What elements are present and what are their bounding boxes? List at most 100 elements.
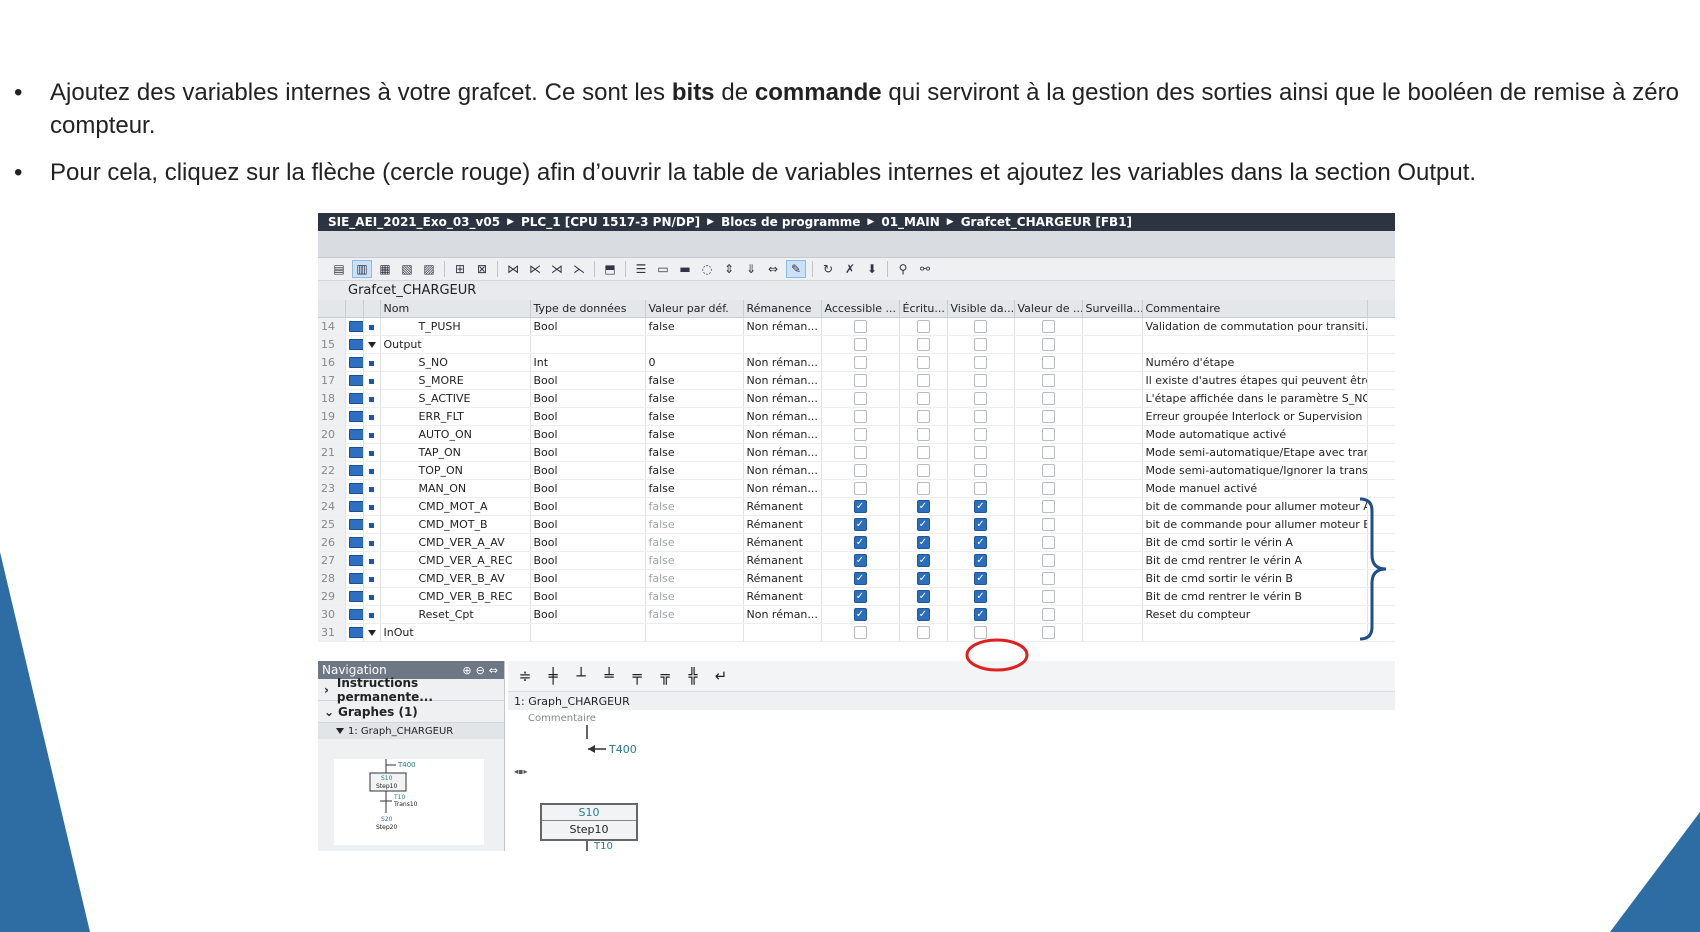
- graph-comment[interactable]: Commentaire: [508, 710, 1395, 726]
- default-value[interactable]: false: [645, 551, 744, 570]
- checkbox-setpoint[interactable]: [1041, 464, 1055, 478]
- checkbox[interactable]: [853, 626, 867, 640]
- checkbox-vis[interactable]: ✓: [974, 608, 987, 622]
- toolbar-icon[interactable]: ✗: [841, 261, 859, 277]
- data-type[interactable]: Bool: [530, 317, 646, 336]
- checkbox-acc[interactable]: ✓: [853, 518, 867, 532]
- toolbar-icon[interactable]: ⋈: [504, 261, 522, 277]
- data-type[interactable]: Bool: [530, 551, 646, 570]
- column-header[interactable]: Écritu...: [899, 300, 948, 318]
- retain[interactable]: Rémanent: [743, 497, 822, 516]
- checkbox-ecr[interactable]: [916, 410, 930, 424]
- breadcrumb-project[interactable]: SIE_AEI_2021_Exo_03_v05: [328, 215, 500, 229]
- variable-row[interactable]: 26 CMD_VER_A_AV Bool false Rémanent ✓ ✓ ✓ Bit de…: [318, 533, 1395, 552]
- retain[interactable]: Non réman...: [743, 425, 822, 444]
- variable-row[interactable]: 23 MAN_ON Bool false Non réman... Mode manuel…: [318, 479, 1395, 498]
- comment[interactable]: Bit de cmd rentrer le vérin B: [1142, 587, 1368, 606]
- variable-name[interactable]: CMD_VER_A_AV: [380, 533, 531, 552]
- variable-row[interactable]: 24 CMD_MOT_A Bool false Rémanent ✓ ✓ ✓ bit de co…: [318, 497, 1395, 516]
- checkbox-acc[interactable]: [853, 320, 867, 334]
- default-value[interactable]: false: [645, 317, 744, 336]
- variable-row[interactable]: 19 ERR_FLT Bool false Non réman... Erreur gro…: [318, 407, 1395, 426]
- comment[interactable]: Bit de cmd rentrer le vérin A: [1142, 551, 1368, 570]
- variable-row[interactable]: 18 S_ACTIVE Bool false Non réman... L'étape a…: [318, 389, 1395, 408]
- default-value[interactable]: false: [645, 587, 744, 606]
- checkbox-setpoint[interactable]: [1041, 482, 1055, 496]
- toolbar-icon[interactable]: ⚯: [916, 261, 934, 277]
- column-header[interactable]: Nom: [380, 300, 531, 318]
- variable-name[interactable]: S_ACTIVE: [380, 389, 531, 408]
- default-value[interactable]: false: [645, 371, 744, 390]
- toolbar-icon[interactable]: ✎: [786, 260, 806, 278]
- checkbox-setpoint[interactable]: [1041, 320, 1055, 334]
- checkbox-ecr[interactable]: ✓: [916, 608, 930, 622]
- column-header[interactable]: Valeur par déf.: [645, 300, 744, 318]
- checkbox-vis[interactable]: [974, 446, 987, 460]
- toolbar-icon[interactable]: ⋉: [526, 261, 544, 277]
- checkbox-vis[interactable]: ✓: [974, 518, 987, 532]
- column-header[interactable]: Visible da...: [947, 300, 1015, 318]
- comment[interactable]: bit de commande pour allumer moteur B: [1142, 515, 1368, 534]
- retain[interactable]: Rémanent: [743, 533, 822, 552]
- toolbar-icon[interactable]: ⋊: [548, 261, 566, 277]
- data-type[interactable]: Bool: [530, 407, 646, 426]
- toolbar-icon[interactable]: ⬇: [863, 261, 881, 277]
- checkbox-acc[interactable]: [853, 374, 867, 388]
- insert-jump-icon[interactable]: ╧: [598, 665, 620, 687]
- nav-item-graph-chargeur[interactable]: 1: Graph_CHARGEUR: [318, 723, 504, 739]
- comment[interactable]: Bit de cmd sortir le vérin A: [1142, 533, 1368, 552]
- insert-transition-icon[interactable]: ┴: [570, 665, 592, 687]
- toolbar-icon[interactable]: ⊞: [451, 261, 469, 277]
- retain[interactable]: Rémanent: [743, 569, 822, 588]
- retain[interactable]: Non réman...: [743, 443, 822, 462]
- checkbox-vis[interactable]: ✓: [974, 536, 987, 550]
- comment[interactable]: Bit de cmd sortir le vérin B: [1142, 569, 1368, 588]
- comment[interactable]: bit de commande pour allumer moteur A: [1142, 497, 1368, 516]
- comment[interactable]: Reset du compteur: [1142, 605, 1368, 624]
- retain[interactable]: Non réman...: [743, 353, 822, 372]
- checkbox-acc[interactable]: ✓: [853, 500, 867, 514]
- column-header[interactable]: Surveilla...: [1082, 300, 1143, 318]
- comment[interactable]: Mode semi-automatique/Ignorer la trans.: [1142, 461, 1368, 480]
- data-type[interactable]: Bool: [530, 425, 646, 444]
- toolbar-icon[interactable]: ▬: [676, 261, 694, 277]
- variable-row[interactable]: 29 CMD_VER_B_REC Bool false Rémanent ✓ ✓ ✓ Bit d…: [318, 587, 1395, 606]
- retain[interactable]: Non réman...: [743, 479, 822, 498]
- retain[interactable]: Non réman...: [743, 317, 822, 336]
- insert-branch-icon[interactable]: ╤: [626, 665, 648, 687]
- toolbar-icon[interactable]: ⇕: [720, 261, 738, 277]
- toolbar-icon[interactable]: ⇓: [742, 261, 760, 277]
- data-type[interactable]: Bool: [530, 461, 646, 480]
- checkbox-setpoint[interactable]: [1041, 554, 1055, 568]
- variable-row[interactable]: 22 TOP_ON Bool false Non réman... Mode semi-a…: [318, 461, 1395, 480]
- insert-alt-branch-icon[interactable]: ╦: [654, 665, 676, 687]
- data-type[interactable]: Bool: [530, 533, 646, 552]
- comment[interactable]: Mode automatique activé: [1142, 425, 1368, 444]
- checkbox-ecr[interactable]: ✓: [916, 572, 930, 586]
- variable-row[interactable]: 21 TAP_ON Bool false Non réman... Mode semi-a…: [318, 443, 1395, 462]
- toolbar-icon[interactable]: ☰: [632, 261, 650, 277]
- checkbox-ecr[interactable]: [916, 374, 930, 388]
- comment[interactable]: Il existe d'autres étapes qui peuvent êt…: [1142, 371, 1368, 390]
- column-header[interactable]: Type de données: [530, 300, 646, 318]
- variable-row[interactable]: 16 S_NO Int 0 Non réman... Numéro d'étape: [318, 353, 1395, 372]
- checkbox[interactable]: [1041, 626, 1055, 640]
- variable-row[interactable]: 20 AUTO_ON Bool false Non réman... Mode autom…: [318, 425, 1395, 444]
- variable-row[interactable]: 17 S_MORE Bool false Non réman... Il existe d…: [318, 371, 1395, 390]
- checkbox-acc[interactable]: [853, 464, 867, 478]
- toolbar-icon[interactable]: ⚲: [894, 261, 912, 277]
- comment[interactable]: Mode semi-automatique/Etape avec tran: [1142, 443, 1368, 462]
- variable-name[interactable]: CMD_VER_B_REC: [380, 587, 531, 606]
- retain[interactable]: Non réman...: [743, 605, 822, 624]
- section-name[interactable]: InOut: [380, 623, 531, 642]
- breadcrumb-plc[interactable]: PLC_1 [CPU 1517-3 PN/DP]: [521, 215, 700, 229]
- toolbar-icon[interactable]: ▨: [420, 261, 438, 277]
- data-type[interactable]: Bool: [530, 569, 646, 588]
- default-value[interactable]: false: [645, 443, 744, 462]
- checkbox-ecr[interactable]: ✓: [916, 536, 930, 550]
- toolbar-icon[interactable]: ▧: [398, 261, 416, 277]
- comment[interactable]: L'étape affichée dans le paramètre S_NO.: [1142, 389, 1368, 408]
- retain[interactable]: Non réman...: [743, 461, 822, 480]
- checkbox-setpoint[interactable]: [1041, 374, 1055, 388]
- checkbox-setpoint[interactable]: [1041, 590, 1055, 604]
